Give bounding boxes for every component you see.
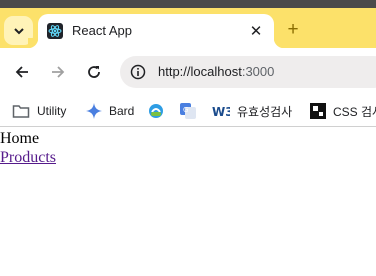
bookmark-validator[interactable]: W3 유효성검사 xyxy=(212,100,292,122)
tab-react-app[interactable]: React App ✕ xyxy=(28,14,284,48)
bookmark-google-translate[interactable]: G xyxy=(180,100,196,122)
bookmark-utility[interactable]: Utility xyxy=(12,100,66,122)
tab-bar: React App ✕ + xyxy=(0,8,376,48)
home-text: Home xyxy=(0,130,40,147)
forward-arrow-icon xyxy=(52,66,65,78)
chevron-down-icon xyxy=(13,27,24,34)
url-port: :3000 xyxy=(241,64,275,79)
reload-button[interactable] xyxy=(84,62,104,82)
bookmark-favicon-1[interactable] xyxy=(148,100,164,122)
svg-text:W3: W3 xyxy=(212,105,230,119)
address-bar[interactable]: http://localhost:3000 xyxy=(120,56,376,88)
window-top-strip xyxy=(0,0,376,8)
new-tab-button[interactable]: + xyxy=(283,19,303,40)
url-text[interactable]: http://localhost:3000 xyxy=(158,64,274,79)
close-icon[interactable]: ✕ xyxy=(246,21,266,41)
folder-icon xyxy=(12,105,30,118)
back-arrow-icon xyxy=(15,66,28,78)
reload-icon xyxy=(88,66,100,78)
forward-button[interactable] xyxy=(48,62,68,82)
w3c-icon: W3 xyxy=(212,105,230,119)
bookmark-label: Bard xyxy=(109,104,135,118)
bookmark-css-check[interactable]: CSS 검사 xyxy=(310,100,376,122)
svg-text:G: G xyxy=(183,106,188,114)
url-host: http://localhost xyxy=(158,64,242,79)
browser-toolbar: http://localhost:3000 xyxy=(0,48,376,96)
sparkle-icon xyxy=(86,103,102,119)
tab-title: React App xyxy=(72,23,132,38)
toolbar-divider xyxy=(0,126,376,127)
css-tool-icon xyxy=(310,103,326,119)
bookmark-label: CSS 검사 xyxy=(333,104,376,119)
products-link[interactable]: Products xyxy=(0,149,56,166)
back-button[interactable] xyxy=(12,62,32,82)
react-logo-icon xyxy=(47,23,63,39)
bookmark-bard[interactable]: Bard xyxy=(86,100,134,122)
bookmark-label: 유효성검사 xyxy=(237,104,293,119)
bookmark-label: Utility xyxy=(37,104,67,118)
bookmarks-bar: Utility Bard G W3 유효성검사 CSS 검 xyxy=(0,96,376,126)
page-content: Home Products xyxy=(0,130,56,166)
google-translate-icon: G xyxy=(180,103,196,119)
bookmark-favicon-1 xyxy=(149,104,163,118)
info-icon[interactable] xyxy=(130,64,146,80)
